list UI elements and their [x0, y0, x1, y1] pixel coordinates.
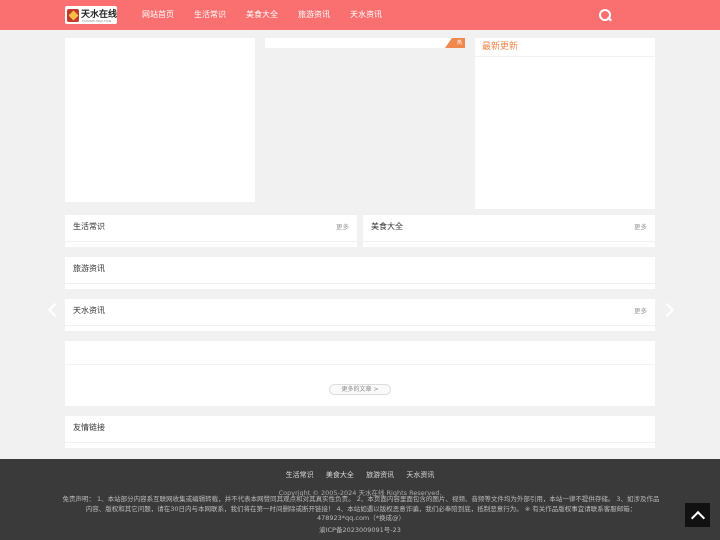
nav-item-home[interactable]: 网站首页 — [132, 0, 184, 30]
section-header: 友情链接 — [65, 416, 655, 440]
nav-item-travel[interactable]: 旅游资讯 — [288, 0, 340, 30]
footer-link-food[interactable]: 美食大全 — [326, 471, 354, 479]
nav-item-news[interactable]: 天水资讯 — [340, 0, 392, 30]
section-title: 生活常识 — [73, 222, 105, 231]
section-life: 生活常识 更多 — [65, 215, 357, 247]
icp-record[interactable]: 渝ICP备2023009091号-23 — [0, 524, 720, 534]
nav-item-life[interactable]: 生活常识 — [184, 0, 236, 30]
hot-tag-label: 热 — [456, 40, 462, 46]
hot-tag: 热 — [445, 38, 465, 48]
footer-link-news[interactable]: 天水资讯 — [406, 471, 434, 479]
footer-link-travel[interactable]: 旅游资讯 — [366, 471, 394, 479]
back-to-top-button[interactable] — [685, 503, 710, 527]
featured-list: 热 — [265, 38, 465, 48]
disclaimer-text: 免责声明： 1、本站部分内容系互联网收集或编辑转载，并不代表本网赞同其观点和对其… — [62, 495, 660, 522]
section-title: 天水资讯 — [73, 306, 105, 315]
section-header: 旅游资讯 — [65, 257, 655, 281]
section-header: 生活常识 更多 — [65, 215, 357, 239]
divider — [65, 442, 655, 448]
more-articles-button[interactable]: 更多的文章 > — [329, 384, 391, 395]
divider — [65, 283, 655, 289]
more-link[interactable]: 更多 — [336, 215, 349, 239]
main-nav: 网站首页 生活常识 美食大全 旅游资讯 天水资讯 — [132, 0, 392, 30]
nav-item-food[interactable]: 美食大全 — [236, 0, 288, 30]
logo-subtext: TIANSHUIZAIXIAN — [82, 19, 112, 23]
top-navbar: 天水在线 TIANSHUIZAIXIAN 网站首页 生活常识 美食大全 旅游资讯… — [0, 0, 720, 30]
divider — [65, 241, 357, 247]
section-travel: 旅游资讯 — [65, 257, 655, 289]
section-header: 天水资讯 更多 — [65, 299, 655, 323]
latest-updates-panel: 最新更新 — [475, 38, 655, 209]
divider — [363, 241, 655, 247]
footer-link-life[interactable]: 生活常识 — [286, 471, 314, 479]
divider — [65, 364, 655, 365]
site-logo[interactable]: 天水在线 TIANSHUIZAIXIAN — [65, 6, 117, 24]
section-title: 旅游资讯 — [73, 264, 105, 273]
divider — [475, 56, 655, 57]
friend-links-section: 友情链接 — [65, 416, 655, 448]
section-title: 美食大全 — [371, 222, 403, 231]
more-link[interactable]: 更多 — [634, 215, 647, 239]
section-food: 美食大全 更多 — [363, 215, 655, 247]
section-title: 友情链接 — [73, 423, 105, 432]
more-link[interactable]: 更多 — [634, 299, 647, 323]
chevron-left-icon[interactable] — [47, 302, 63, 318]
featured-slider[interactable] — [65, 38, 255, 202]
divider — [65, 325, 655, 331]
latest-updates-title: 最新更新 — [482, 42, 519, 52]
section-header: 美食大全 更多 — [363, 215, 655, 239]
footer-nav: 生活常识 美食大全 旅游资讯 天水资讯 — [0, 470, 720, 480]
footer: 生活常识 美食大全 旅游资讯 天水资讯 Copyright © 2005-202… — [0, 459, 720, 540]
logo-mark-icon — [67, 8, 79, 22]
chevron-right-icon[interactable] — [659, 302, 675, 318]
article-list: 更多的文章 > — [65, 341, 655, 406]
section-news: 天水资讯 更多 — [65, 299, 655, 331]
search-icon[interactable] — [599, 9, 612, 22]
